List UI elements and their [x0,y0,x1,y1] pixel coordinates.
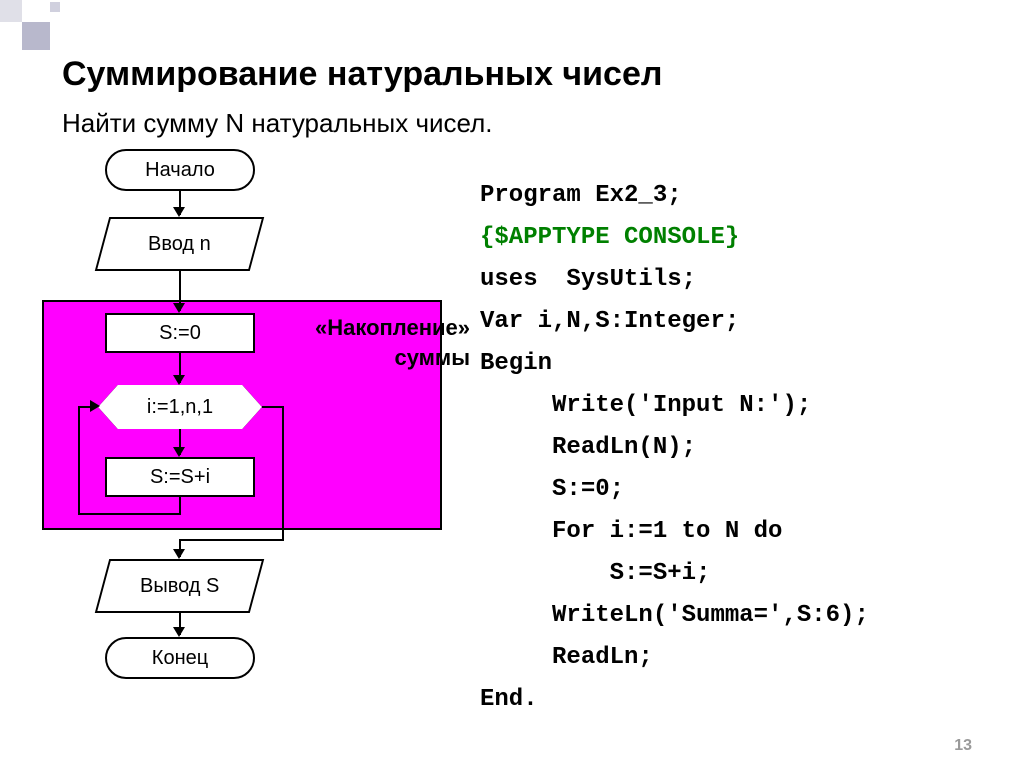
flowchart: «Накопление» суммы Начало Ввод n S:=0 i:… [30,145,470,705]
code-line-7: ReadLn(N); [480,434,696,461]
flow-init-text: S:=0 [159,322,201,344]
flow-body: S:=S+i [105,457,255,497]
code-line-6: Write('Input N:'); [480,392,811,419]
flow-input: Ввод n [95,217,264,271]
code-line-11: WriteLn('Summa=',S:6); [480,602,869,629]
flow-body-text: S:=S+i [150,466,210,488]
accumulation-label: «Накопление» суммы [266,313,470,372]
code-line-4: Var i,N,S:Integer; [480,308,739,335]
flow-start: Начало [105,149,255,191]
flow-output-text: Вывод S [140,575,219,597]
code-line-10: S:=S+i; [480,560,710,587]
flow-loop-text: i:=1,n,1 [147,396,213,418]
code-line-13: End. [480,686,538,713]
page-number: 13 [954,737,972,755]
flow-init: S:=0 [105,313,255,353]
flow-start-text: Начало [145,159,215,181]
code-listing: Program Ex2_3; {$APPTYPE CONSOLE} uses S… [480,175,869,721]
code-line-12: ReadLn; [480,644,653,671]
flow-loop: i:=1,n,1 [98,385,262,429]
code-line-3: uses SysUtils; [480,266,696,293]
slide-corner-decoration [0,0,70,45]
code-line-1: Program Ex2_3; [480,182,682,209]
code-line-2: {$APPTYPE CONSOLE} [480,224,739,251]
code-line-5: Begin [480,350,552,377]
slide-title: Суммирование натуральных чисел [62,55,662,94]
slide-subtitle: Найти сумму N натуральных чисел. [62,108,493,139]
code-line-9: For i:=1 to N do [480,518,782,545]
flow-end: Конец [105,637,255,679]
flow-end-text: Конец [152,647,208,669]
flow-input-text: Ввод n [148,233,211,255]
code-line-8: S:=0; [480,476,624,503]
flow-output: Вывод S [95,559,264,613]
